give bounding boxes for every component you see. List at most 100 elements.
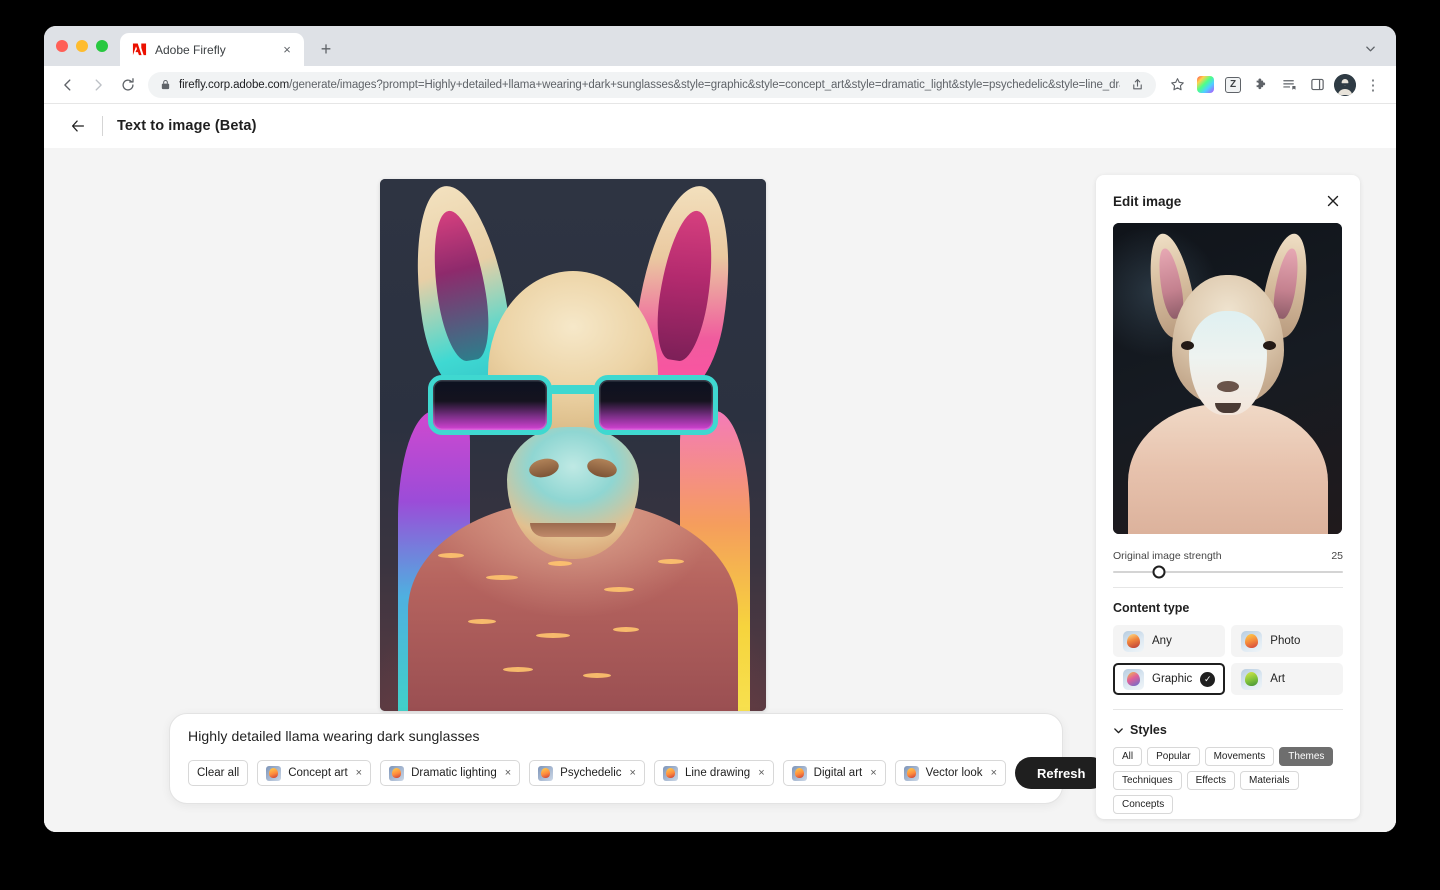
content-type-title: Content type — [1113, 601, 1190, 615]
clear-all-button[interactable]: Clear all — [188, 760, 249, 786]
close-icon[interactable]: × — [356, 767, 362, 779]
content-type-option-graphic[interactable]: Graphic ✓ — [1113, 663, 1226, 695]
share-icon[interactable] — [1128, 78, 1146, 91]
strength-label: Original image strength — [1113, 550, 1222, 562]
close-icon[interactable] — [1323, 191, 1343, 211]
style-thumbnail-icon — [903, 765, 919, 781]
style-chip-label: Line drawing — [684, 767, 751, 779]
close-icon[interactable]: × — [279, 42, 295, 58]
refresh-button[interactable]: Refresh — [1015, 757, 1108, 789]
original-image-strength-control: Original image strength 25 — [1113, 550, 1343, 579]
new-tab-button[interactable]: + — [312, 35, 340, 63]
llama-sunglasses — [427, 371, 718, 439]
content-type-section: Content type Any Photo Graphic ✓ Art — [1113, 601, 1343, 695]
strength-slider[interactable] — [1113, 565, 1343, 579]
ref-llama-face — [1188, 311, 1267, 415]
content-type-label: Art — [1270, 673, 1285, 685]
url-text: firefly.corp.adobe.com/generate/images?p… — [179, 79, 1120, 91]
browser-tab-adobe-firefly[interactable]: Adobe Firefly × — [120, 33, 304, 66]
style-filter-effects[interactable]: Effects — [1186, 771, 1235, 790]
style-filter-popular[interactable]: Popular — [1147, 747, 1200, 766]
styles-title: Styles — [1130, 723, 1167, 737]
style-chip-label: Vector look — [925, 767, 983, 779]
address-bar[interactable]: firefly.corp.adobe.com/generate/images?p… — [148, 71, 1156, 98]
maximize-window-button[interactable] — [96, 40, 108, 52]
back-button-icon[interactable] — [54, 71, 82, 99]
app-back-button[interactable] — [62, 110, 94, 142]
styles-header[interactable]: Styles — [1113, 723, 1343, 737]
edit-panel-title: Edit image — [1113, 193, 1182, 209]
style-filter-themes[interactable]: Themes — [1279, 747, 1334, 766]
header-divider — [102, 116, 103, 136]
style-chip-dramatic-lighting[interactable]: Dramatic lighting × — [380, 760, 521, 786]
reference-image[interactable] — [1113, 223, 1342, 534]
close-window-button[interactable] — [56, 40, 68, 52]
balloon-thumbnail-icon — [1123, 630, 1144, 652]
style-filter-movements[interactable]: Movements — [1204, 747, 1275, 766]
style-filter-all[interactable]: All — [1113, 747, 1143, 766]
reading-list-icon[interactable] — [1276, 72, 1302, 98]
chevron-down-icon[interactable] — [1360, 38, 1380, 58]
browser-menu-icon[interactable]: ⋮ — [1360, 72, 1386, 98]
lock-icon — [160, 79, 171, 90]
clear-all-label: Clear all — [197, 767, 240, 779]
forward-button-icon[interactable] — [84, 71, 112, 99]
content-type-option-photo[interactable]: Photo — [1231, 625, 1343, 657]
url-path: /generate/images?prompt=Highly+detailed+… — [289, 78, 1120, 91]
balloon-thumbnail-icon — [1241, 668, 1263, 690]
edit-image-panel: Edit image Original image strength 25 Co… — [1096, 175, 1360, 819]
close-icon[interactable]: × — [630, 767, 636, 779]
tab-title: Adobe Firefly — [155, 42, 226, 57]
style-chip-label: Dramatic lighting — [411, 767, 497, 779]
check-icon: ✓ — [1200, 671, 1216, 687]
page-content: Text to image (Beta) Highly detailed lla… — [44, 104, 1396, 832]
puzzle-extensions-icon[interactable] — [1248, 72, 1274, 98]
zoom-extension-icon[interactable]: Z — [1220, 72, 1246, 98]
style-chip-vector-look[interactable]: Vector look × — [894, 760, 1006, 786]
content-type-option-art[interactable]: Art — [1231, 663, 1343, 695]
adobe-logo-icon — [131, 42, 147, 58]
tab-strip: Adobe Firefly × + — [44, 26, 1396, 66]
style-thumbnail-icon — [662, 765, 678, 781]
content-type-label: Graphic — [1152, 673, 1193, 685]
close-icon[interactable]: × — [991, 767, 997, 779]
style-chip-label: Digital art — [813, 767, 863, 779]
bookmark-star-icon[interactable] — [1164, 72, 1190, 98]
browser-toolbar: firefly.corp.adobe.com/generate/images?p… — [44, 66, 1396, 104]
style-chip-line-drawing[interactable]: Line drawing × — [653, 760, 774, 786]
style-chip-label: Concept art — [288, 767, 348, 779]
style-filter-techniques[interactable]: Techniques — [1113, 771, 1182, 790]
generated-image[interactable] — [379, 179, 766, 711]
prompt-bar[interactable]: Highly detailed llama wearing dark sungl… — [169, 713, 1108, 804]
url-host: firefly.corp.adobe.com — [179, 78, 290, 91]
content-type-label: Photo — [1270, 635, 1301, 647]
style-filter-materials[interactable]: Materials — [1239, 771, 1299, 790]
style-chip-concept-art[interactable]: Concept art × — [257, 760, 372, 786]
style-chip-psychedelic[interactable]: Psychedelic × — [529, 760, 645, 786]
content-type-option-any[interactable]: Any — [1113, 625, 1226, 657]
profile-avatar[interactable] — [1334, 73, 1356, 96]
app-header: Text to image (Beta) — [44, 104, 1396, 148]
style-thumbnail-icon — [266, 765, 282, 781]
reload-button-icon[interactable] — [114, 71, 142, 99]
edit-panel-header: Edit image — [1113, 191, 1343, 211]
browser-window: Adobe Firefly × + firefly.corp.adobe.com… — [44, 26, 1396, 832]
balloon-thumbnail-icon — [1123, 668, 1144, 690]
style-filter-concepts[interactable]: Concepts — [1113, 795, 1174, 814]
prompt-input[interactable]: Highly detailed llama wearing dark sungl… — [188, 728, 1044, 744]
style-thumbnail-icon — [389, 765, 405, 781]
close-icon[interactable]: × — [758, 767, 764, 779]
close-icon[interactable]: × — [505, 767, 511, 779]
ref-llama-eye-right — [1263, 341, 1276, 350]
style-chip-digital-art[interactable]: Digital art × — [782, 760, 886, 786]
divider — [1113, 587, 1343, 588]
ref-llama-eye-left — [1181, 341, 1194, 350]
minimize-window-button[interactable] — [76, 40, 88, 52]
slider-handle[interactable] — [1152, 565, 1166, 579]
close-icon[interactable]: × — [870, 767, 876, 779]
rainbow-extension-icon[interactable] — [1192, 72, 1218, 98]
ref-llama-body — [1127, 404, 1328, 534]
side-panel-icon[interactable] — [1304, 72, 1330, 98]
style-filter-row: All Popular Movements Themes Techniques … — [1113, 747, 1343, 814]
content-type-grid: Any Photo Graphic ✓ Art — [1113, 625, 1343, 695]
